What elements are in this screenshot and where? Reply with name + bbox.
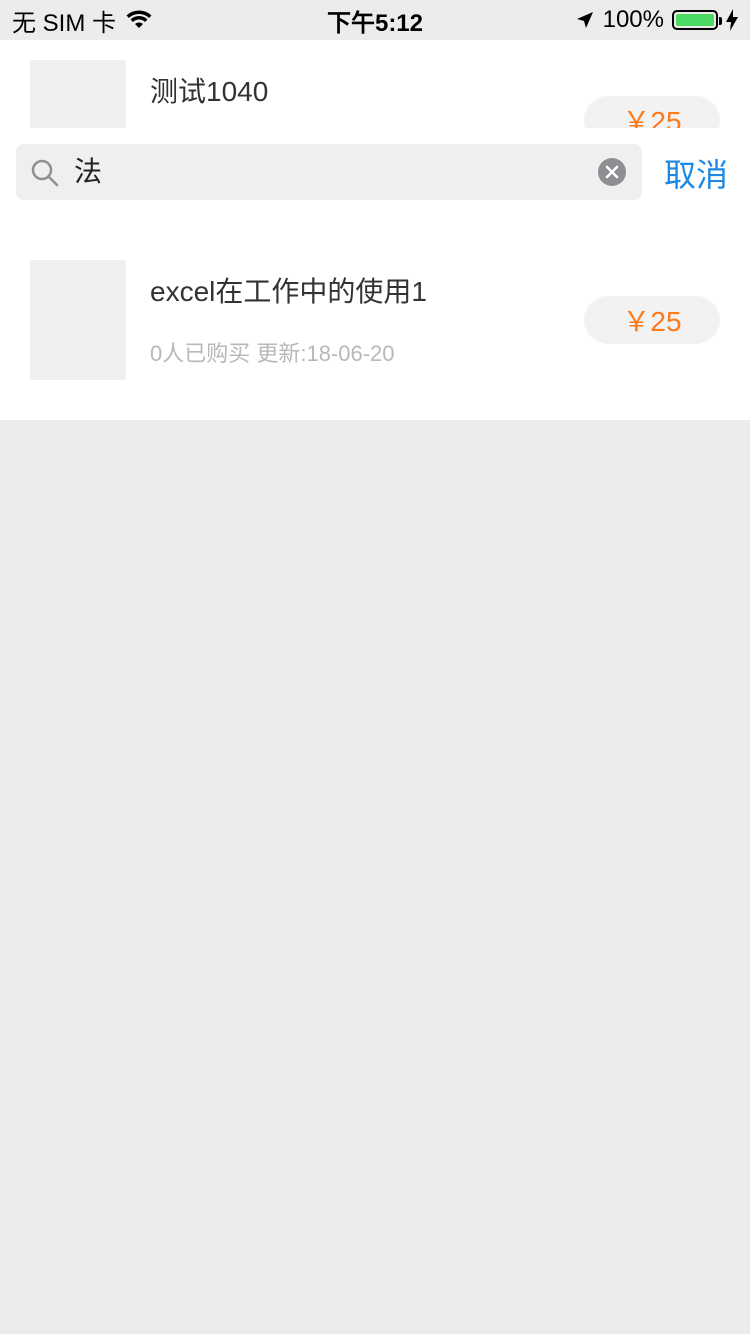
search-query[interactable]: 法 [74, 154, 102, 190]
course-row[interactable]: 测试1040 ￥25 [0, 40, 750, 128]
price-button[interactable]: ￥25 [584, 96, 720, 128]
location-arrow-icon [576, 12, 593, 28]
cancel-button[interactable]: 取消 [664, 150, 728, 196]
close-icon [605, 165, 619, 179]
search-results-panel: 测试1040 ￥25 excel在工作中的使用1 0人已购买 更新:18-06-… [0, 40, 750, 420]
status-right: 100% [575, 6, 738, 34]
course-row[interactable]: excel在工作中的使用1 0人已购买 更新:18-06-20 ￥25 [0, 240, 750, 400]
course-meta: 0人已购买 更新:18-06-20 [150, 341, 395, 366]
search-icon [31, 159, 59, 187]
course-title: excel在工作中的使用1 [150, 276, 427, 307]
battery-percent: 100% [602, 6, 664, 33]
course-title: 测试1040 [150, 76, 269, 107]
clear-icon[interactable] [598, 158, 626, 186]
battery-level [676, 14, 714, 26]
search-bar: 法 取消 [0, 128, 750, 216]
search-input[interactable]: 法 [16, 144, 642, 200]
wifi-icon [126, 10, 152, 28]
status-bar: 无 SIM 卡 下午5:12 100% [0, 0, 750, 40]
battery-icon [672, 10, 722, 30]
price-button[interactable]: ￥25 [584, 296, 720, 344]
carrier-label: 无 SIM 卡 [12, 9, 117, 37]
charging-icon [726, 9, 738, 31]
status-left: 无 SIM 卡 [12, 3, 152, 38]
course-thumbnail [30, 60, 126, 128]
course-thumbnail [30, 260, 126, 380]
